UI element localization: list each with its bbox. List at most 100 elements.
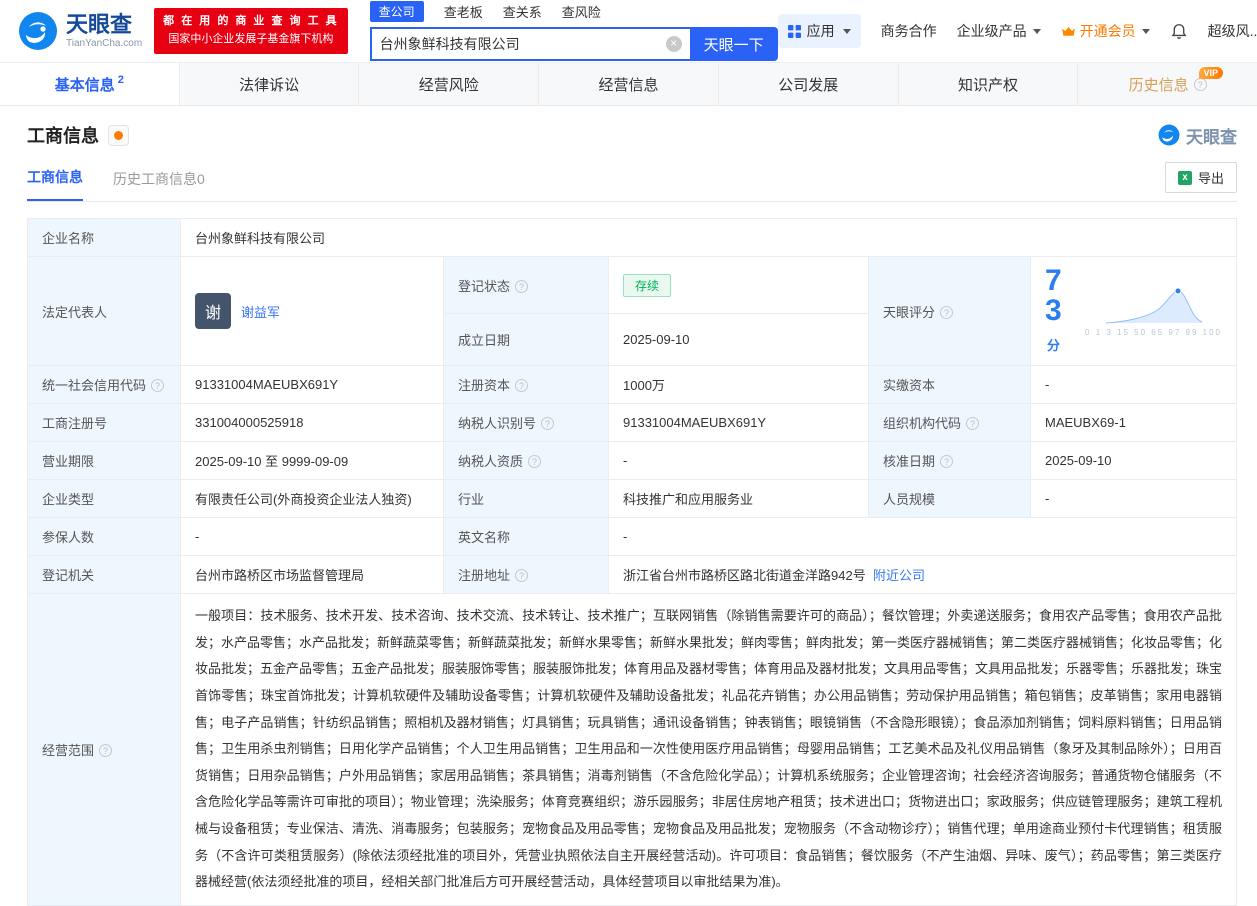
field-label: 实缴资本 bbox=[868, 365, 1031, 404]
staff-size-label: 人员规模 bbox=[883, 492, 936, 507]
vip-badge: VIP bbox=[1198, 67, 1224, 79]
reg-address-value: 浙江省台州市路桥区路北街道金洋路942号 附近公司 bbox=[608, 555, 1237, 594]
help-icon[interactable] bbox=[966, 417, 980, 430]
score-curve-icon bbox=[1105, 287, 1202, 324]
reg-status-label: 登记状态 bbox=[458, 278, 511, 294]
search-tabs: 查公司 查老板 查关系 查风险 bbox=[369, 1, 778, 22]
tab-history-info[interactable]: 历史信息 VIP bbox=[1078, 63, 1257, 105]
export-label: 导出 bbox=[1197, 171, 1224, 186]
help-icon[interactable] bbox=[515, 569, 529, 582]
score-chart: 0 1 3 15 50 65 97 99 100 bbox=[1085, 285, 1222, 337]
top-bar: 天眼查 TianYanCha.com 都 在 用 的 商 业 查 询 工 具 国… bbox=[0, 0, 1257, 62]
tab-legal-proceedings[interactable]: 法律诉讼 bbox=[180, 63, 360, 105]
help-icon[interactable] bbox=[528, 455, 542, 468]
search-tab-relation[interactable]: 查关系 bbox=[503, 2, 542, 21]
field-label: 行业 bbox=[443, 479, 609, 518]
establish-date-label: 成立日期 bbox=[458, 333, 511, 349]
business-info-table: 企业名称 台州象鲜科技有限公司 法定代表人 谢 谢益军 登记状态 存续 天眼评分… bbox=[27, 218, 1237, 906]
field-label: 法定代表人 bbox=[27, 256, 181, 366]
score-widget[interactable]: 73分 0 1 3 15 50 65 97 99 100 bbox=[1045, 266, 1222, 356]
industry-value: 科技推广和应用服务业 bbox=[608, 479, 869, 518]
field-label: 人员规模 bbox=[868, 479, 1031, 518]
reg-address-text: 浙江省台州市路桥区路北街道金洋路942号 bbox=[623, 568, 866, 583]
tyc-score-label: 天眼评分 bbox=[883, 304, 936, 320]
table-row: 工商注册号 331004000525918 纳税人识别号 91331004MAE… bbox=[27, 403, 1237, 442]
field-label: 天眼评分 bbox=[868, 256, 1031, 366]
notification-bell[interactable] bbox=[1170, 23, 1188, 40]
help-icon[interactable] bbox=[1193, 77, 1207, 91]
subtab-history-business-info[interactable]: 历史工商信息0 bbox=[113, 169, 205, 201]
field-label: 经营范围 bbox=[27, 592, 181, 906]
search-tab-company[interactable]: 查公司 bbox=[369, 1, 424, 22]
tianyancha-logo-icon bbox=[19, 12, 57, 50]
page-title: 工商信息 bbox=[27, 126, 99, 146]
promo-line2: 国家中小企业发展子基金旗下机构 bbox=[168, 33, 334, 45]
tab-history-label: 历史信息 bbox=[1128, 76, 1189, 94]
credit-code-value: 91331004MAEUBX691Y bbox=[180, 365, 444, 404]
table-row: 企业类型 有限责任公司(外商投资企业法人独资) 行业 科技推广和应用服务业 人员… bbox=[27, 479, 1237, 518]
insured-count-label: 参保人数 bbox=[42, 530, 95, 545]
approval-date-label: 核准日期 bbox=[883, 454, 936, 469]
search-input[interactable] bbox=[371, 36, 666, 52]
table-row: 登记机关 台州市路桥区市场监督管理局 注册地址 浙江省台州市路桥区路北街道金洋路… bbox=[27, 555, 1237, 594]
tab-intellectual-property[interactable]: 知识产权 bbox=[899, 63, 1079, 105]
field-label: 核准日期 bbox=[868, 441, 1031, 480]
vip-label: 开通会员 bbox=[1079, 23, 1136, 39]
credit-code-label: 统一社会信用代码 bbox=[42, 378, 147, 393]
help-icon[interactable] bbox=[99, 744, 113, 758]
reg-number-value: 331004000525918 bbox=[180, 403, 444, 442]
legal-rep-link[interactable]: 谢益军 bbox=[241, 302, 280, 321]
menu-business-cooperation[interactable]: 商务合作 bbox=[881, 21, 937, 41]
table-row: 经营范围 一般项目：技术服务、技术开发、技术咨询、技术交流、技术转让、技术推广；… bbox=[27, 592, 1237, 906]
approval-date-value: 2025-09-10 bbox=[1030, 441, 1237, 480]
help-icon[interactable] bbox=[541, 417, 555, 430]
section-header: 工商信息 天眼查 bbox=[27, 122, 1237, 148]
org-code-label: 组织机构代码 bbox=[883, 416, 962, 431]
legal-rep-value: 谢 谢益军 bbox=[180, 256, 444, 366]
avatar[interactable]: 谢 bbox=[195, 293, 231, 329]
field-label: 工商注册号 bbox=[27, 403, 181, 442]
field-label: 纳税人识别号 bbox=[443, 403, 609, 442]
help-icon[interactable] bbox=[940, 455, 954, 468]
field-label: 注册资本 bbox=[443, 365, 609, 404]
help-icon[interactable] bbox=[515, 279, 529, 293]
tab-basic-info[interactable]: 基本信息 2 bbox=[0, 63, 180, 105]
table-row: 统一社会信用代码 91331004MAEUBX691Y 注册资本 1000万 实… bbox=[27, 365, 1237, 404]
reg-address-label: 注册地址 bbox=[458, 568, 511, 583]
help-icon[interactable] bbox=[151, 379, 165, 392]
paid-capital-value: - bbox=[1030, 365, 1237, 404]
export-button[interactable]: 导出 bbox=[1164, 162, 1237, 193]
field-label: 参保人数 bbox=[27, 517, 181, 556]
search-tab-risk[interactable]: 查风险 bbox=[562, 2, 601, 21]
company-name-label: 企业名称 bbox=[42, 231, 95, 246]
taxpayer-quality-value: - bbox=[608, 441, 869, 480]
tianyancha-logo[interactable]: 天眼查 TianYanCha.com bbox=[18, 11, 142, 51]
subtab-business-info[interactable]: 工商信息 bbox=[27, 167, 83, 201]
tab-operation-info[interactable]: 经营信息 bbox=[539, 63, 719, 105]
table-row: 参保人数 - 英文名称 - bbox=[27, 517, 1237, 556]
tab-basic-info-label: 基本信息 bbox=[54, 76, 115, 94]
search-tab-boss[interactable]: 查老板 bbox=[444, 2, 483, 21]
clear-icon[interactable] bbox=[665, 36, 682, 52]
help-icon[interactable] bbox=[940, 305, 954, 319]
caret-down-icon bbox=[842, 28, 851, 34]
tab-operation-risk[interactable]: 经营风险 bbox=[359, 63, 540, 105]
status-badge: 存续 bbox=[623, 273, 672, 297]
apps-menu[interactable]: 应用 bbox=[777, 14, 861, 48]
menu-open-vip[interactable]: 开通会员 bbox=[1061, 21, 1150, 41]
help-icon[interactable] bbox=[515, 379, 529, 392]
tab-risk-label: 经营风险 bbox=[418, 76, 479, 94]
menu-super-risk[interactable]: 超级风... bbox=[1208, 21, 1257, 41]
menu-enterprise-products[interactable]: 企业级产品 bbox=[957, 21, 1041, 41]
nearby-companies-link[interactable]: 附近公司 bbox=[873, 568, 925, 583]
search-button[interactable]: 天眼一下 bbox=[689, 27, 778, 61]
promo-badge: 都 在 用 的 商 业 查 询 工 具 国家中小企业发展子基金旗下机构 bbox=[154, 8, 348, 54]
table-row: 法定代表人 谢 谢益军 登记状态 存续 天眼评分 73分 bbox=[27, 255, 1237, 366]
caret-down-icon bbox=[1032, 28, 1041, 34]
crown-icon bbox=[1061, 26, 1075, 36]
tab-company-development[interactable]: 公司发展 bbox=[719, 63, 899, 105]
broadcast-icon[interactable] bbox=[108, 124, 129, 146]
org-code-value: MAEUBX69-1 bbox=[1030, 403, 1237, 442]
company-type-label: 企业类型 bbox=[42, 492, 95, 507]
watermark-label: 天眼查 bbox=[1186, 127, 1237, 147]
